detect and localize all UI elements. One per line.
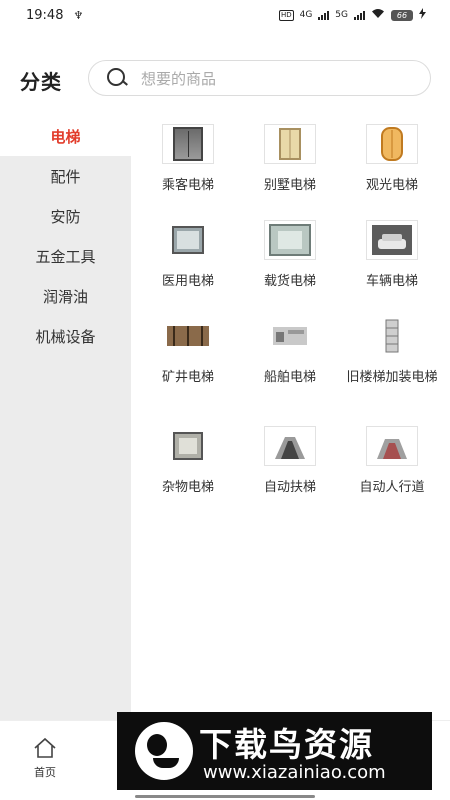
network-5g-label: 5G xyxy=(335,10,348,20)
grid-item-label: 观光电梯 xyxy=(365,178,418,193)
wifi-icon xyxy=(371,8,385,22)
watermark-title: 下载鸟资源 xyxy=(199,725,374,764)
home-icon xyxy=(33,737,57,759)
villa-elevator-icon xyxy=(264,124,316,164)
charging-icon xyxy=(419,8,426,22)
sightseeing-elevator-icon xyxy=(366,124,418,164)
watermark-logo-icon xyxy=(135,722,193,780)
signal-icon-2 xyxy=(354,10,365,20)
grid-item-villa-elevator[interactable]: 别墅电梯 xyxy=(239,124,341,194)
grid-item-passenger-elevator[interactable]: 乘客电梯 xyxy=(137,124,239,194)
moving-walkway-icon xyxy=(366,426,418,466)
grid-item-escalator[interactable]: 自动扶梯 xyxy=(239,426,341,496)
grid-item-retrofit-elevator[interactable]: 旧楼梯加装电梯 xyxy=(341,316,443,386)
sidebar-item-elevator[interactable]: 电梯 xyxy=(0,116,131,156)
escalator-icon xyxy=(264,426,316,466)
status-time: 19:48 xyxy=(26,7,64,23)
search-placeholder: 想要的商品 xyxy=(141,69,217,88)
home-indicator[interactable] xyxy=(135,795,315,798)
sidebar-item-machinery[interactable]: 机械设备 xyxy=(0,316,131,356)
grid-item-dumbwaiter[interactable]: 杂物电梯 xyxy=(137,426,239,496)
grid-item-label: 杂物电梯 xyxy=(161,480,214,495)
grid-item-ship-elevator[interactable]: 船舶电梯 xyxy=(239,316,341,386)
grid-item-label: 乘客电梯 xyxy=(161,178,214,193)
status-bar: 19:48 ♆ HD 4G 5G 66 xyxy=(0,0,450,30)
sidebar-item-hardware-tools[interactable]: 五金工具 xyxy=(0,236,131,276)
watermark-url: www.xiazainiao.com xyxy=(203,762,386,783)
ship-elevator-icon xyxy=(264,316,316,356)
grid-item-label: 自动扶梯 xyxy=(263,480,316,495)
grid-item-label: 自动人行道 xyxy=(359,480,425,495)
signal-icon xyxy=(318,10,330,20)
page-title: 分类 xyxy=(20,70,62,94)
mine-elevator-icon xyxy=(162,316,214,356)
grid-item-medical-elevator[interactable]: 医用电梯 xyxy=(137,220,239,290)
grid-item-vehicle-elevator[interactable]: 车辆电梯 xyxy=(341,220,443,290)
watermark-banner: 下载鸟资源 www.xiazainiao.com xyxy=(117,712,432,790)
nav-home-tab[interactable]: 首页 xyxy=(22,737,68,780)
dumbwaiter-icon xyxy=(162,426,214,466)
vehicle-elevator-icon xyxy=(366,220,418,260)
grid-item-label: 载货电梯 xyxy=(263,274,316,289)
search-input[interactable]: 想要的商品 xyxy=(88,60,431,96)
grid-item-label: 车辆电梯 xyxy=(365,274,418,289)
grid-item-label: 船舶电梯 xyxy=(263,370,316,385)
retrofit-elevator-icon xyxy=(366,316,418,356)
grid-item-label: 旧楼梯加装电梯 xyxy=(346,370,438,385)
hd-icon: HD xyxy=(278,9,294,21)
grid-item-sightseeing-elevator[interactable]: 观光电梯 xyxy=(341,124,443,194)
usb-icon: ♆ xyxy=(73,8,84,22)
network-4g-label: 4G xyxy=(299,10,313,20)
battery-icon: 66 xyxy=(391,9,413,21)
medical-elevator-icon xyxy=(162,220,214,260)
search-icon xyxy=(107,68,128,88)
header: 分类 想要的商品 xyxy=(0,58,450,98)
grid-item-moving-walkway[interactable]: 自动人行道 xyxy=(341,426,443,496)
grid-item-freight-elevator[interactable]: 载货电梯 xyxy=(239,220,341,290)
grid-item-mine-elevator[interactable]: 矿井电梯 xyxy=(137,316,239,386)
grid-item-label: 别墅电梯 xyxy=(263,178,316,193)
sidebar-item-lubricant[interactable]: 润滑油 xyxy=(0,276,131,316)
freight-elevator-icon xyxy=(264,220,316,260)
grid-item-label: 医用电梯 xyxy=(161,274,214,289)
sidebar-item-security[interactable]: 安防 xyxy=(0,196,131,236)
grid-item-label: 矿井电梯 xyxy=(161,370,214,385)
nav-home-label: 首页 xyxy=(34,766,56,779)
sidebar-item-parts[interactable]: 配件 xyxy=(0,156,131,196)
category-sidebar: 电梯 配件 安防 五金工具 润滑油 机械设备 xyxy=(0,116,131,720)
passenger-elevator-icon xyxy=(162,124,214,164)
